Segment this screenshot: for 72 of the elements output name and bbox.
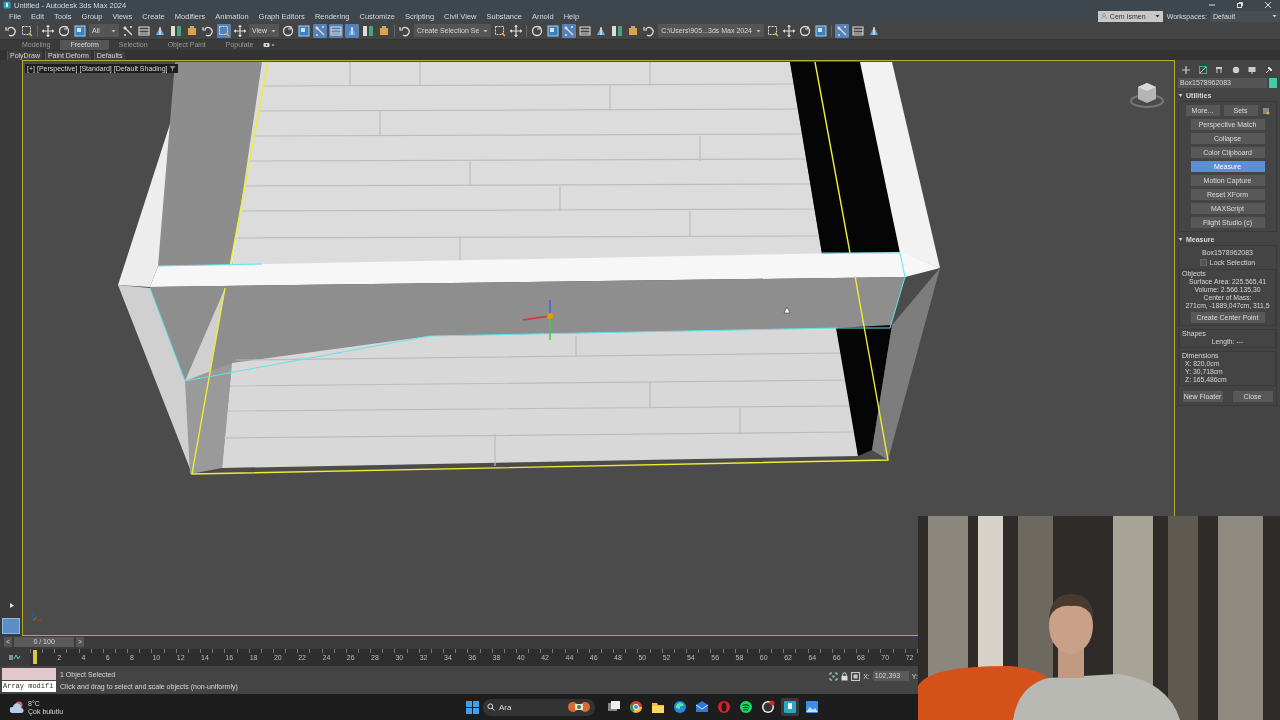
user-icon (1100, 13, 1107, 19)
taskbar-app-icon[interactable] (803, 698, 821, 716)
start-icon[interactable] (466, 700, 479, 714)
tool-icon[interactable] (217, 23, 231, 38)
taskbar-app-icon[interactable] (737, 698, 755, 716)
panel-tab-icon[interactable] (1248, 66, 1257, 74)
caret-icon (755, 28, 761, 33)
caret-icon (271, 28, 277, 33)
tool-icon[interactable] (813, 23, 828, 38)
search-highlight-icon (567, 701, 591, 713)
taskbar-app-icon[interactable] (671, 698, 689, 716)
tool-icon[interactable] (41, 23, 55, 38)
tool-icon[interactable] (546, 23, 561, 38)
taskbar-app-icon[interactable] (759, 698, 777, 716)
sets-config-icon[interactable] (1261, 106, 1270, 115)
tool-icon[interactable] (281, 23, 296, 38)
tool-icon[interactable] (20, 23, 34, 38)
taskbar-app-icon[interactable] (627, 698, 645, 716)
filter-icon[interactable] (169, 65, 177, 72)
cursor-icon (783, 306, 791, 314)
tool-icon[interactable] (233, 23, 247, 38)
tool-icon[interactable] (185, 23, 199, 38)
tool-icon[interactable] (610, 23, 625, 38)
caret-icon (1272, 14, 1277, 18)
collapse-arrow-icon[interactable] (1178, 93, 1183, 98)
tool-icon[interactable] (329, 23, 344, 38)
tool-icon[interactable] (169, 23, 183, 38)
restore-icon[interactable] (1236, 1, 1244, 9)
tool-icon[interactable] (121, 23, 135, 38)
tool-icon[interactable] (530, 23, 545, 38)
tool-icon[interactable] (578, 23, 593, 38)
transform-gizmo-icon[interactable] (522, 299, 553, 341)
tool-icon[interactable] (297, 23, 312, 38)
current-frame-marker[interactable] (33, 649, 37, 664)
taskbar-app-icon[interactable] (781, 698, 799, 716)
lock-selection-checkbox[interactable] (1199, 259, 1207, 266)
tool-icon[interactable] (850, 23, 865, 38)
taskbar-search-field[interactable]: Ara (483, 698, 595, 716)
tool-icon[interactable] (493, 23, 508, 38)
caret-icon (111, 28, 116, 33)
tool-icon[interactable] (361, 23, 376, 38)
isolate-icon[interactable] (829, 671, 839, 681)
caret-icon (483, 28, 489, 33)
absolute-mode-icon[interactable] (851, 671, 861, 681)
axis-tripod-icon (30, 609, 44, 623)
tool-icon[interactable] (562, 23, 577, 38)
tool-icon[interactable] (57, 23, 71, 38)
minimize-icon[interactable] (1208, 1, 1216, 9)
caret-icon (1154, 14, 1160, 18)
curve-editor-icon[interactable] (9, 653, 21, 661)
tool-icon[interactable] (781, 23, 796, 38)
camera-icon[interactable] (263, 42, 276, 48)
search-icon (487, 703, 495, 711)
tool-icon[interactable] (345, 23, 360, 38)
tool-icon[interactable] (797, 23, 812, 38)
lock-icon[interactable] (841, 671, 849, 681)
close-icon[interactable] (1264, 1, 1272, 9)
search-input[interactable]: Ara (499, 702, 563, 712)
panel-tab-icon[interactable] (1198, 66, 1207, 74)
tool-icon[interactable] (313, 23, 328, 38)
tool-icon[interactable] (765, 23, 780, 38)
object-color-swatch[interactable] (1269, 78, 1277, 88)
tool-icon[interactable] (73, 23, 87, 38)
app-logo-icon (3, 1, 11, 9)
collapse-arrow-icon[interactable] (1178, 237, 1183, 242)
panel-tab-icon[interactable] (1215, 66, 1224, 74)
panel-tab-icon[interactable] (1182, 66, 1191, 74)
panel-tab-icon[interactable] (1231, 66, 1240, 74)
cloud-icon[interactable] (10, 700, 26, 714)
tool-icon[interactable] (509, 23, 524, 38)
tool-icon[interactable] (137, 23, 151, 38)
tool-icon[interactable] (834, 23, 849, 38)
